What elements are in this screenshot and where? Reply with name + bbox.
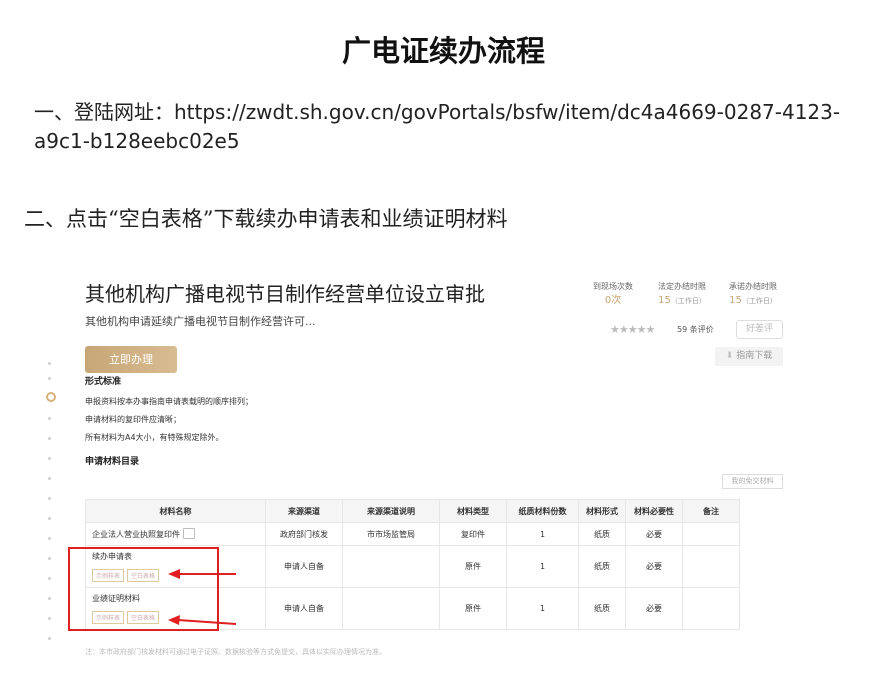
progress-dot <box>48 362 51 365</box>
progress-dot <box>48 637 51 640</box>
progress-dot <box>48 557 51 560</box>
copy-icon[interactable] <box>183 527 195 539</box>
progress-dot-active[interactable] <box>46 392 56 402</box>
column-header: 材料形式 <box>578 499 626 523</box>
column-header: 备注 <box>682 499 740 523</box>
progress-dot <box>48 517 51 520</box>
progress-dot <box>48 437 51 440</box>
column-header: 材料必要性 <box>625 499 683 523</box>
material-name: 企业法人营业执照复印件 <box>92 529 180 539</box>
type-cell: 复印件 <box>439 522 507 546</box>
copies-cell: 1 <box>506 545 579 588</box>
stat-label: 承诺办结时限 <box>729 282 777 291</box>
necessity-cell: 必要 <box>625 587 683 630</box>
guide-download-button[interactable]: ⬇ 指南下载 <box>715 347 783 366</box>
materials-heading: 申请材料目录 <box>85 457 140 467</box>
stat-legal-time-limit: 法定办结时限 15（工作日） <box>647 280 717 308</box>
red-arrow-icon <box>168 615 237 625</box>
red-arrow-icon <box>168 569 236 579</box>
remark-cell <box>682 545 740 588</box>
source-cell: 申请人自备 <box>265 587 343 630</box>
remark-cell <box>682 522 740 546</box>
stat-unit: （工作日） <box>741 297 777 305</box>
form-standard-item: 所有材料为A4大小，有特殊规定除外。 <box>85 433 224 442</box>
material-name-cell: 企业法人营业执照复印件 <box>85 522 266 546</box>
progress-dot <box>48 597 51 600</box>
column-header: 材料名称 <box>85 499 266 523</box>
stat-promised-time-limit: 承诺办结时限 15（工作日） <box>718 280 788 308</box>
column-header: 来源渠道说明 <box>342 499 440 523</box>
progress-dot <box>48 417 51 420</box>
page-title: 广电证续办流程 <box>341 34 545 68</box>
source-desc-cell <box>342 545 440 588</box>
footnote: 注：本市政府部门核发材料可通过电子证照、数据核验等方式免提交，具体以实际办理情况… <box>85 648 386 656</box>
download-icon: ⬇ <box>725 351 734 361</box>
progress-dot <box>48 457 51 460</box>
form-standard-item: 申报资料按本办事指南申请表载明的顺序排列； <box>85 397 253 406</box>
stat-value: 15 <box>729 295 742 306</box>
stat-unit: （工作日） <box>670 297 706 305</box>
form-standard-heading: 形式标准 <box>85 377 122 387</box>
portal-screenshot: 其他机构广播电视节目制作经营单位设立审批 其他机构申请延续广播电视节目制作经营许… <box>40 262 800 682</box>
service-subtitle: 其他机构申请延续广播电视节目制作经营许可... <box>85 315 316 328</box>
progress-dot <box>48 577 51 580</box>
apply-now-button[interactable]: 立即办理 <box>85 346 177 373</box>
form-standard-item: 申请材料的复印件应清晰； <box>85 415 181 424</box>
type-cell: 原件 <box>439 587 507 630</box>
source-desc-cell <box>342 587 440 630</box>
table-row: 企业法人营业执照复印件 政府部门核发 市市场监管局 复印件 1 纸质 必要 <box>85 522 740 546</box>
stat-label: 到现场次数 <box>593 282 633 291</box>
necessity-cell: 必要 <box>625 545 683 588</box>
stat-visit-count: 到现场次数 0次 <box>578 280 648 308</box>
progress-dot <box>48 477 51 480</box>
progress-dot <box>48 377 51 380</box>
copies-cell: 1 <box>506 522 579 546</box>
source-desc-cell: 市市场监管局 <box>342 522 440 546</box>
progress-dot <box>48 537 51 540</box>
step-two-text: 二、点击“空白表格”下载续办申请表和业绩证明材料 <box>24 207 508 231</box>
rating-count[interactable]: 59 条评价 <box>677 324 714 335</box>
stat-label: 法定办结时限 <box>658 282 706 291</box>
stat-unit: 次 <box>611 295 622 306</box>
source-cell: 申请人自备 <box>265 545 343 588</box>
progress-dot <box>48 497 51 500</box>
my-waived-materials-button[interactable]: 我的免交材料 <box>722 474 783 489</box>
copies-cell: 1 <box>506 587 579 630</box>
column-header: 材料类型 <box>439 499 507 523</box>
good-review-button[interactable]: 好差评 <box>736 320 783 339</box>
form-cell: 纸质 <box>578 587 626 630</box>
step-one-text: 一、登陆网址：https://zwdt.sh.gov.cn/govPortals… <box>34 100 841 153</box>
progress-dot <box>48 617 51 620</box>
column-header: 纸质材料份数 <box>506 499 579 523</box>
necessity-cell: 必要 <box>625 522 683 546</box>
table-header-row: 材料名称 来源渠道 来源渠道说明 材料类型 纸质材料份数 材料形式 材料必要性 … <box>85 499 740 523</box>
guide-download-label: 指南下载 <box>736 351 773 361</box>
remark-cell <box>682 587 740 630</box>
star-rating-icon: ★★★★★ <box>610 323 655 336</box>
source-cell: 政府部门核发 <box>265 522 343 546</box>
stat-value: 15 <box>658 295 671 306</box>
form-cell: 纸质 <box>578 545 626 588</box>
form-cell: 纸质 <box>578 522 626 546</box>
column-header: 来源渠道 <box>265 499 343 523</box>
service-title: 其他机构广播电视节目制作经营单位设立审批 <box>85 282 485 306</box>
type-cell: 原件 <box>439 545 507 588</box>
